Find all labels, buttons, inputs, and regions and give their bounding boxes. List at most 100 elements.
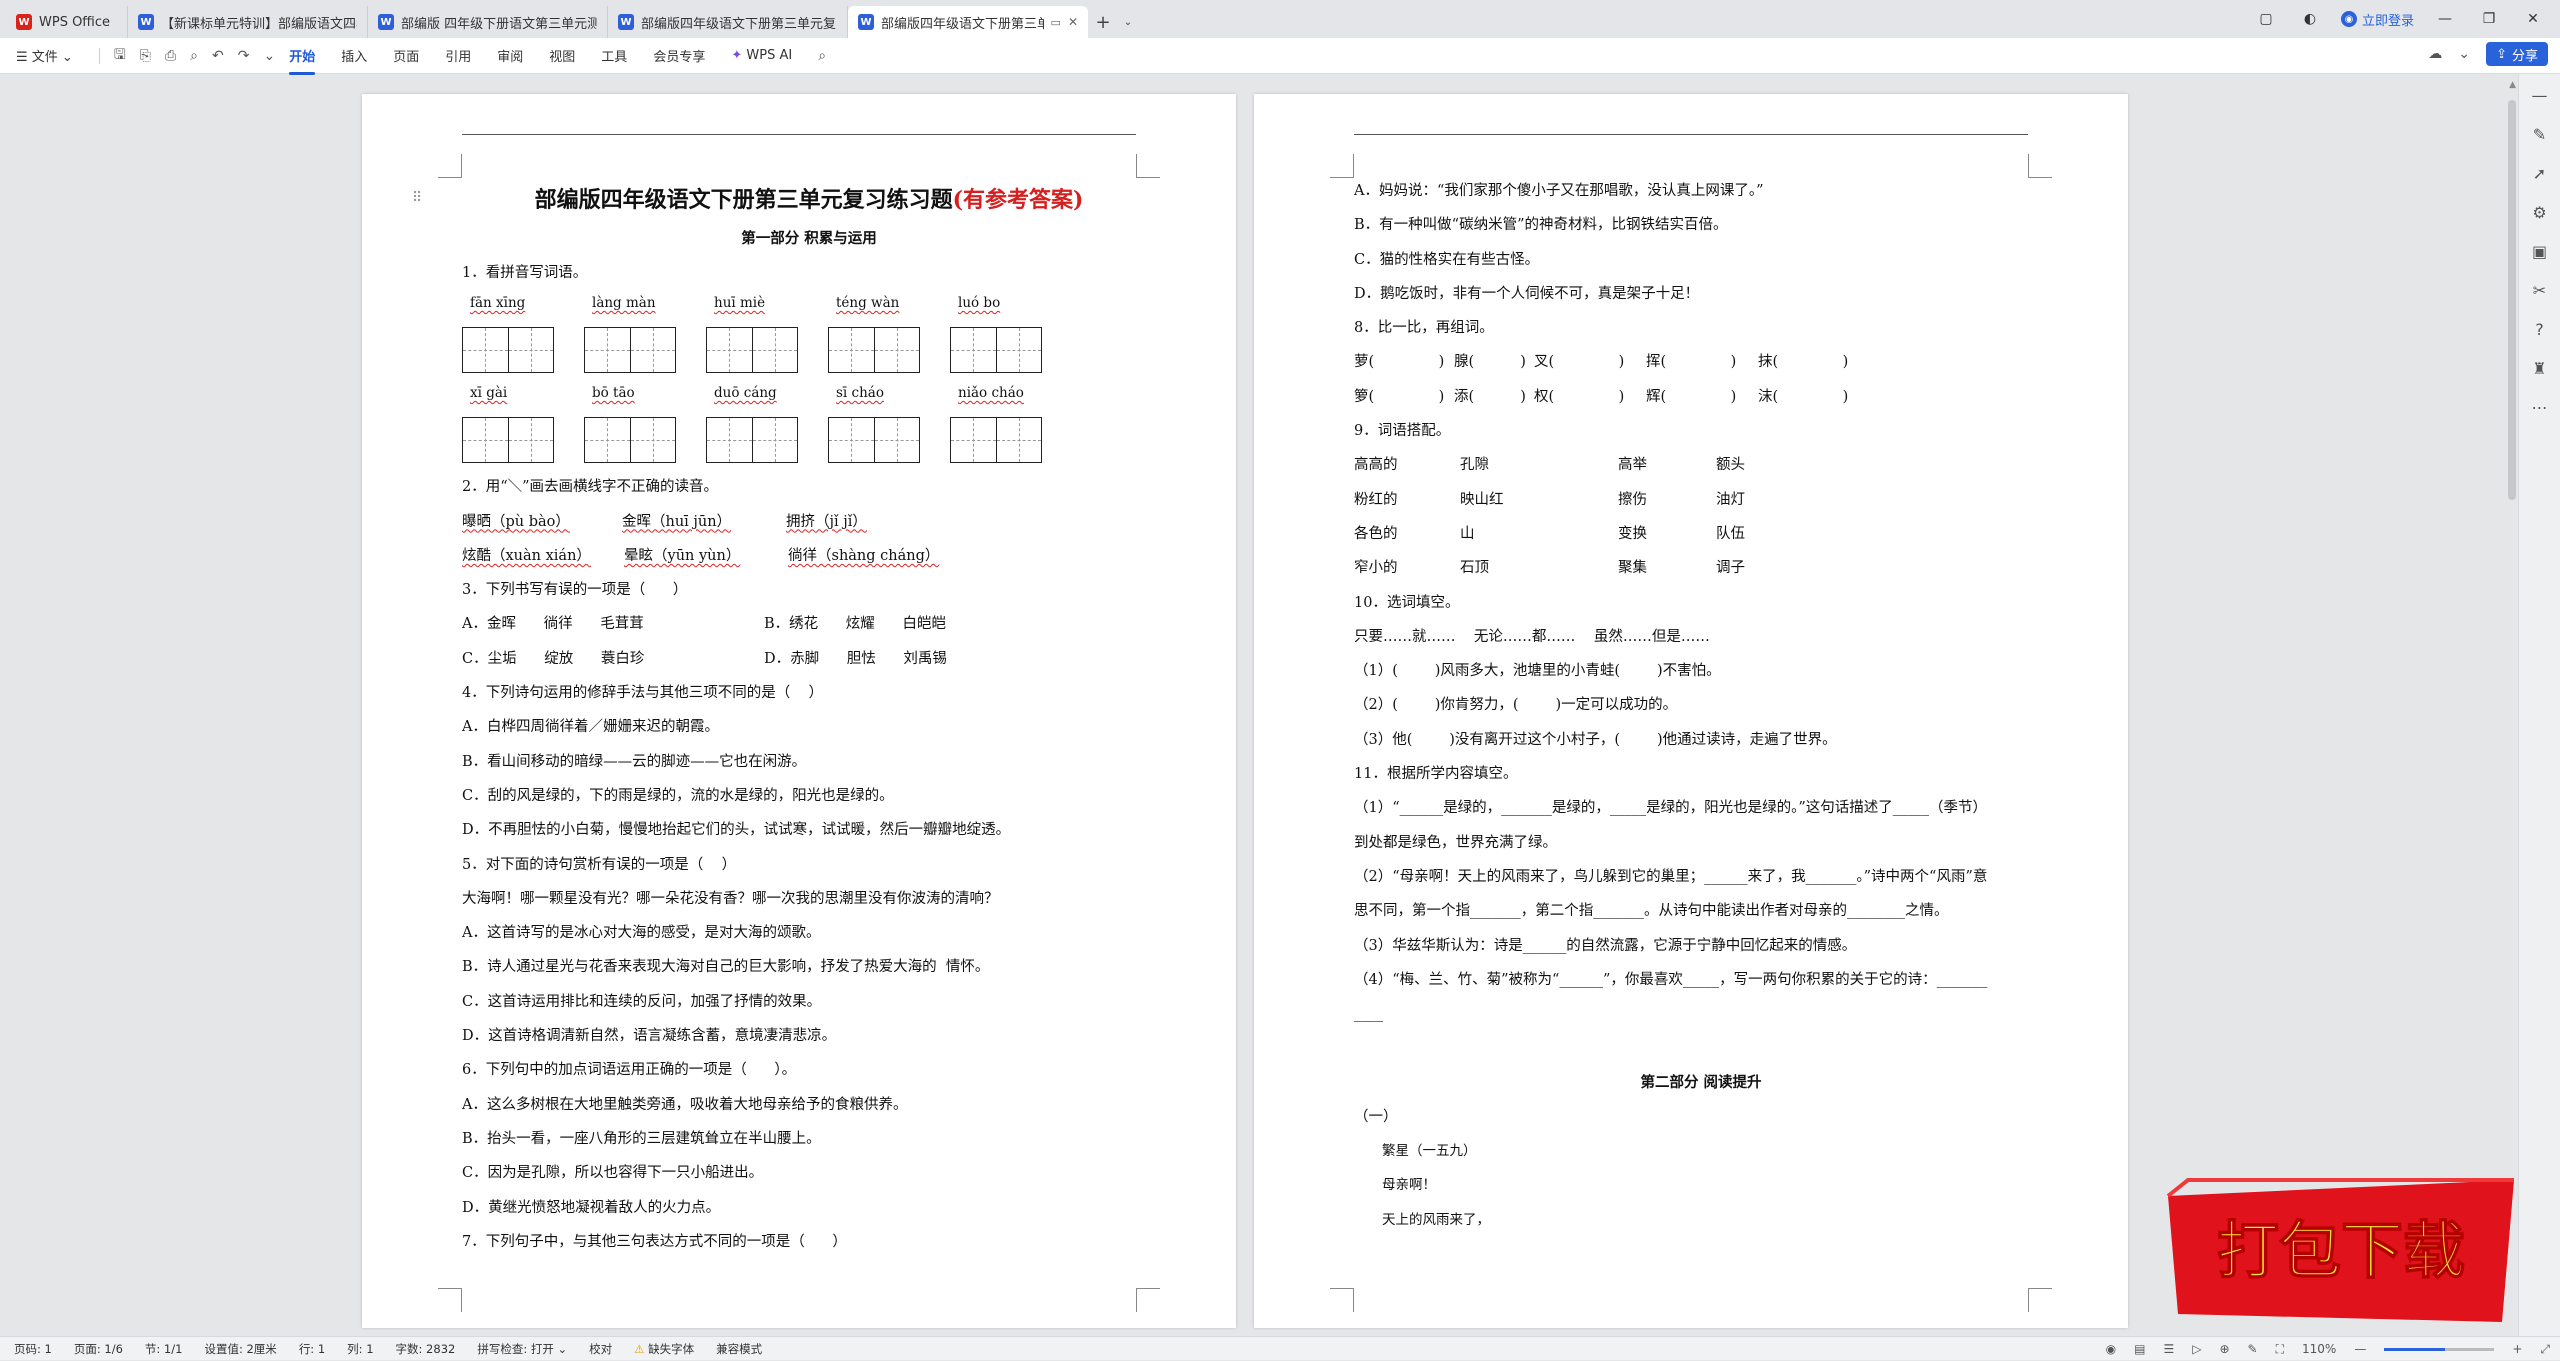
vertical-scrollbar[interactable]: [2508, 100, 2516, 500]
writing-box[interactable]: [706, 417, 798, 463]
restore-icon[interactable]: ❐: [2476, 11, 2502, 27]
menu-page[interactable]: 页面: [393, 43, 419, 68]
zoom-level[interactable]: 110%: [2302, 1342, 2336, 1356]
close-window-icon[interactable]: ✕: [2520, 11, 2546, 27]
pinyin: niǎo cháo: [950, 376, 1072, 410]
pinyin: huī miè: [706, 286, 828, 320]
status-bar: 页码: 1 页面: 1/6 节: 1/1 设置值: 2厘米 行: 1 列: 1 …: [0, 1336, 2560, 1360]
page-2-content[interactable]: A．妈妈说：“我们家那个傻小子又在那唱歌，没认真上网课了。” B．有一种叫做“碳…: [1354, 174, 2048, 1237]
minimize-icon[interactable]: —: [2432, 11, 2458, 27]
menu-member[interactable]: 会员专享: [653, 43, 705, 68]
zoom-slider[interactable]: [2384, 1348, 2494, 1351]
status-section[interactable]: 节: 1/1: [145, 1341, 183, 1357]
option: A．金晖 徜徉 毛茸茸: [462, 607, 764, 641]
status-page[interactable]: 页码: 1: [14, 1341, 52, 1357]
export-pdf-icon[interactable]: ⎘: [140, 48, 151, 64]
word-choices: 只要……就…… 无论……都…… 虽然……但是……: [1354, 620, 2048, 654]
spell-check-toggle[interactable]: 拼写检查: 打开 ⌄: [477, 1341, 567, 1357]
writing-box[interactable]: [584, 327, 676, 373]
more-icon[interactable]: ⋯: [2532, 398, 2548, 417]
cloud-icon[interactable]: ☁: [2428, 46, 2442, 62]
missing-font-button[interactable]: ⚠ 缺失字体: [634, 1341, 694, 1357]
status-col[interactable]: 列: 1: [347, 1341, 373, 1357]
writing-box[interactable]: [706, 327, 798, 373]
tab-wps-office[interactable]: WWPS Office: [6, 6, 128, 38]
close-tab-icon[interactable]: ✕: [1068, 15, 1078, 29]
menu-view[interactable]: 视图: [549, 43, 575, 68]
tab-document-3[interactable]: W部编版四年级语文下册第三单元复习: [608, 6, 848, 38]
tab-label: 部编版四年级语文下册第三单元复习: [641, 13, 837, 32]
margin-corner: [438, 154, 462, 178]
tools-icon[interactable]: ✂: [2533, 281, 2546, 300]
writing-box[interactable]: [462, 327, 554, 373]
document-page-2[interactable]: A．妈妈说：“我们家那个傻小子又在那唱歌，没认真上网课了。” B．有一种叫做“碳…: [1254, 94, 2128, 1328]
option: 炫酷（xuàn xián）: [462, 539, 624, 573]
fullscreen-icon[interactable]: ⤢: [2540, 1342, 2550, 1357]
option: B．看山间移动的暗绿——云的脚迹——它也在闲游。: [462, 745, 1156, 779]
menu-wps-ai[interactable]: ✦ WPS AI: [731, 45, 792, 66]
print-preview-icon[interactable]: ⌕: [190, 48, 198, 64]
page-view-icon[interactable]: ▤: [2134, 1342, 2145, 1356]
zoom-out-icon[interactable]: —: [2354, 1342, 2366, 1356]
tab-document-1[interactable]: W【新课标单元特训】部编版语文四年: [128, 6, 368, 38]
pinyin: téng wàn: [828, 286, 950, 320]
shirt-icon[interactable]: ♜: [2532, 359, 2546, 378]
help-icon[interactable]: ?: [2535, 320, 2544, 339]
fit-page-icon[interactable]: ⛶: [2276, 1342, 2284, 1357]
zoom-in-icon[interactable]: +: [2512, 1342, 2522, 1356]
status-pages[interactable]: 页面: 1/6: [74, 1341, 123, 1357]
proofread-button[interactable]: 校对: [589, 1341, 612, 1357]
status-word-count[interactable]: 字数: 2832: [396, 1341, 456, 1357]
status-setting[interactable]: 设置值: 2厘米: [204, 1341, 276, 1357]
settings-icon[interactable]: ⚙: [2532, 203, 2546, 222]
collapse-icon[interactable]: —: [2532, 86, 2548, 105]
writing-box[interactable]: [584, 417, 676, 463]
option: B．诗人通过星光与花香来表现大海对自己的巨大影响，抒发了热爱大海的 情怀。: [462, 950, 1156, 984]
download-banner[interactable]: 打包下载: [2158, 1172, 2524, 1326]
writing-box[interactable]: [828, 417, 920, 463]
scroll-up-arrow-icon[interactable]: ▲: [2509, 80, 2516, 90]
quick-access-chevron-icon[interactable]: ⌄: [263, 48, 275, 64]
drag-handle-icon[interactable]: ⠿: [412, 190, 422, 206]
menu-review[interactable]: 审阅: [497, 43, 523, 68]
file-menu[interactable]: ☰ 文件 ⌄: [16, 43, 73, 68]
writing-box[interactable]: [950, 417, 1042, 463]
undo-icon[interactable]: ↶: [212, 48, 224, 64]
monitor-icon[interactable]: ▭: [1051, 16, 1061, 29]
select-icon[interactable]: ➚: [2533, 164, 2546, 183]
eye-protect-icon[interactable]: ◉: [2106, 1342, 2116, 1356]
option: C．猫的性格实在有些古怪。: [1354, 243, 2048, 277]
login-button[interactable]: ◉立即登录: [2341, 10, 2414, 29]
tab-document-active[interactable]: W部编版四年级语文下册第三单▭✕: [848, 6, 1088, 38]
document-page-1[interactable]: ⠿ 部编版四年级语文下册第三单元复习练习题(有参考答案) 第一部分 积累与运用 …: [362, 94, 1236, 1328]
title-main: 部编版四年级语文下册第三单元复习练习题: [535, 187, 953, 213]
menu-home[interactable]: 开始: [289, 43, 315, 68]
option: C．尘垢 绽放 蓑白珍: [462, 642, 764, 676]
menu-tools[interactable]: 工具: [601, 43, 627, 68]
writing-box[interactable]: [828, 327, 920, 373]
image-icon[interactable]: ▣: [2532, 242, 2547, 261]
write-mode-icon[interactable]: ✎: [2248, 1342, 2258, 1356]
more-chevron-icon[interactable]: ⌄: [2458, 46, 2470, 62]
tab-list-chevron-icon[interactable]: ⌄: [1118, 6, 1138, 38]
skin-icon[interactable]: ◐: [2297, 11, 2323, 27]
tab-document-2[interactable]: W部编版 四年级下册语文第三单元测试: [368, 6, 608, 38]
print-icon[interactable]: ⎙: [165, 48, 176, 64]
redo-icon[interactable]: ↷: [238, 48, 250, 64]
save-icon[interactable]: 🖫: [114, 44, 126, 68]
new-tab-button[interactable]: +: [1088, 6, 1118, 38]
writing-box[interactable]: [462, 417, 554, 463]
writing-box[interactable]: [950, 327, 1042, 373]
outline-view-icon[interactable]: ☰: [2163, 1342, 2174, 1356]
page-1-content[interactable]: 部编版四年级语文下册第三单元复习练习题(有参考答案) 第一部分 积累与运用 1．…: [462, 174, 1156, 1259]
menu-insert[interactable]: 插入: [341, 43, 367, 68]
share-button[interactable]: ⇪分享: [2486, 42, 2548, 66]
web-view-icon[interactable]: ⊕: [2219, 1342, 2229, 1356]
menu-references[interactable]: 引用: [445, 43, 471, 68]
read-mode-icon[interactable]: ▷: [2192, 1342, 2201, 1356]
status-row[interactable]: 行: 1: [299, 1341, 325, 1357]
layout-icon[interactable]: ▢: [2253, 11, 2279, 27]
edit-icon[interactable]: ✎: [2533, 125, 2546, 144]
search-icon[interactable]: ⌕: [818, 48, 826, 64]
question-text: 2．用“＼”画去画横线字不正确的读音。: [462, 470, 1156, 504]
